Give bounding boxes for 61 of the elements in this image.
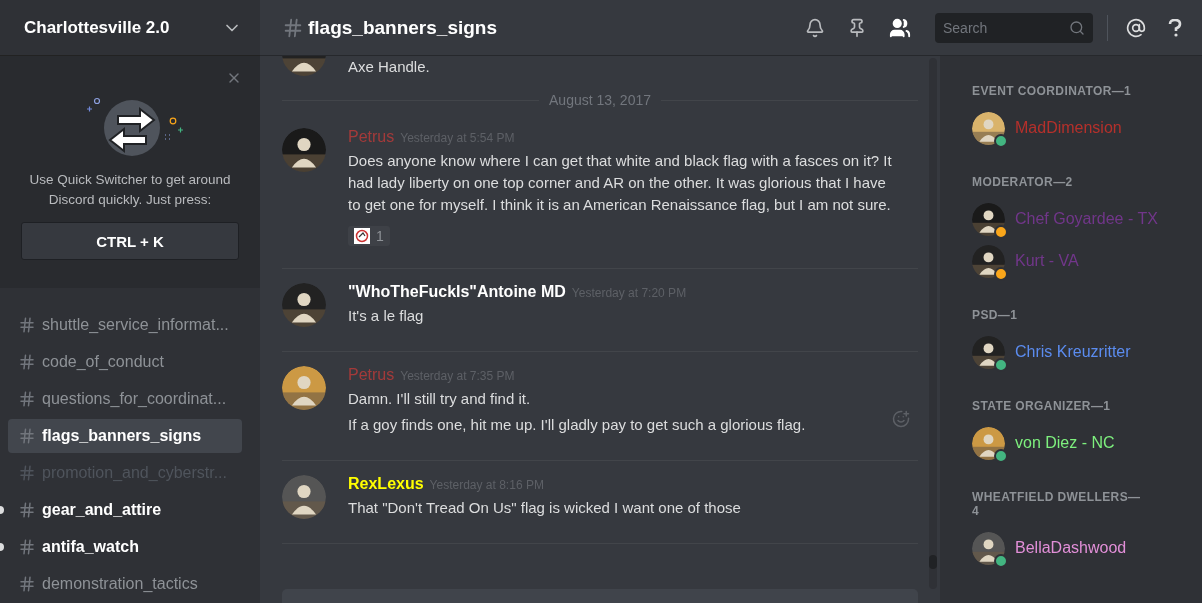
channel-name: shuttle_service_informat... <box>42 316 229 334</box>
member-item[interactable]: MadDimension <box>972 107 1192 149</box>
channel-name: flags_banners_signs <box>42 427 202 445</box>
role-heading: EVENT COORDINATOR—1 <box>972 84 1133 98</box>
author-name[interactable]: RexLexus <box>348 475 424 493</box>
message-text: Does anyone know where I can get that white and black flag with a fasces on it? It had lady liberty on one top corner and AR on the other. It was glorious that I have to get one for myself. I think it is an American Renaissance flag, but I am not sure. <box>348 151 893 215</box>
message-text: If a goy finds one, hit me up. I'll gladly pay to get such a glorious flag. <box>348 415 807 435</box>
member-name: Kurt - VA <box>1015 252 1079 270</box>
hash-icon <box>282 16 304 39</box>
hash-icon <box>18 464 36 482</box>
hash-icon <box>18 427 36 445</box>
pin-icon[interactable] <box>847 17 867 38</box>
channel-name: code_of_conduct <box>42 353 164 371</box>
role-heading: PSD—1 <box>972 308 1019 322</box>
channel-item[interactable]: demonstration_tactics <box>8 567 242 601</box>
member-name: Chris Kreuzritter <box>1015 343 1131 361</box>
member-item[interactable]: Chris Kreuzritter <box>972 331 1192 373</box>
member-item[interactable]: von Diez - NC <box>972 422 1192 464</box>
hash-icon <box>18 501 36 519</box>
message-text: Axe Handle. <box>348 57 431 77</box>
hash-icon <box>18 353 36 371</box>
hash-icon <box>18 575 36 593</box>
channel-name: questions_for_coordinat... <box>42 390 227 408</box>
channel-item[interactable]: flags_banners_signs <box>8 419 242 453</box>
message-text: Damn. I'll still try and find it. <box>348 389 532 409</box>
hash-icon <box>18 316 36 334</box>
member-name: MadDimension <box>1015 119 1122 137</box>
channel-item[interactable]: gear_and_attire <box>8 493 242 527</box>
emoji-icon <box>354 228 370 244</box>
author-name[interactable]: "WhoTheFuckIs"Antoine MD <box>348 283 566 301</box>
hash-icon <box>18 538 36 556</box>
role-heading: STATE ORGANIZER—1 <box>972 399 1112 413</box>
message-text: That "Don't Tread On Us" flag is wicked I want one of those <box>348 498 742 518</box>
date-divider: August 13, 2017 <box>549 92 651 108</box>
reaction-button[interactable]: 1 <box>348 226 390 246</box>
channel-title: flags_banners_signs <box>308 16 498 39</box>
members-icon[interactable] <box>889 16 911 39</box>
server-name[interactable]: Charlottesville 2.0 <box>24 17 170 38</box>
quick-switcher-hint: Use Quick Switcher to get around Discord quickly. Just press: <box>28 171 232 209</box>
member-name: von Diez - NC <box>1015 434 1115 452</box>
scrollbar[interactable] <box>929 58 937 589</box>
message-text: It's a le flag <box>348 306 425 326</box>
hash-icon <box>18 390 36 408</box>
member-name: BellaDashwood <box>1015 539 1127 557</box>
role-heading: MODERATOR—2 <box>972 175 1074 189</box>
role-heading: WHEATFIELD DWELLERS—4 <box>972 490 1142 518</box>
channel-item[interactable]: code_of_conduct <box>8 345 242 379</box>
shortcut-button[interactable]: CTRL + K <box>21 222 239 260</box>
channel-name: gear_and_attire <box>42 501 162 519</box>
search-field[interactable]: Search <box>935 12 1093 43</box>
at-sign-icon[interactable] <box>1126 17 1146 38</box>
channel-item[interactable]: shuttle_service_informat... <box>8 308 242 342</box>
member-name: Chef Goyardee - TX <box>1015 210 1158 228</box>
member-item[interactable]: BellaDashwood <box>972 527 1192 569</box>
bell-icon[interactable] <box>805 17 825 38</box>
channel-item[interactable]: antifa_watch <box>8 530 242 564</box>
channel-name: antifa_watch <box>42 538 139 556</box>
channel-item[interactable]: questions_for_coordinat... <box>8 382 242 416</box>
search-icon <box>1069 19 1085 36</box>
help-icon[interactable] <box>1168 18 1182 37</box>
channel-name: demonstration_tactics <box>42 575 198 593</box>
